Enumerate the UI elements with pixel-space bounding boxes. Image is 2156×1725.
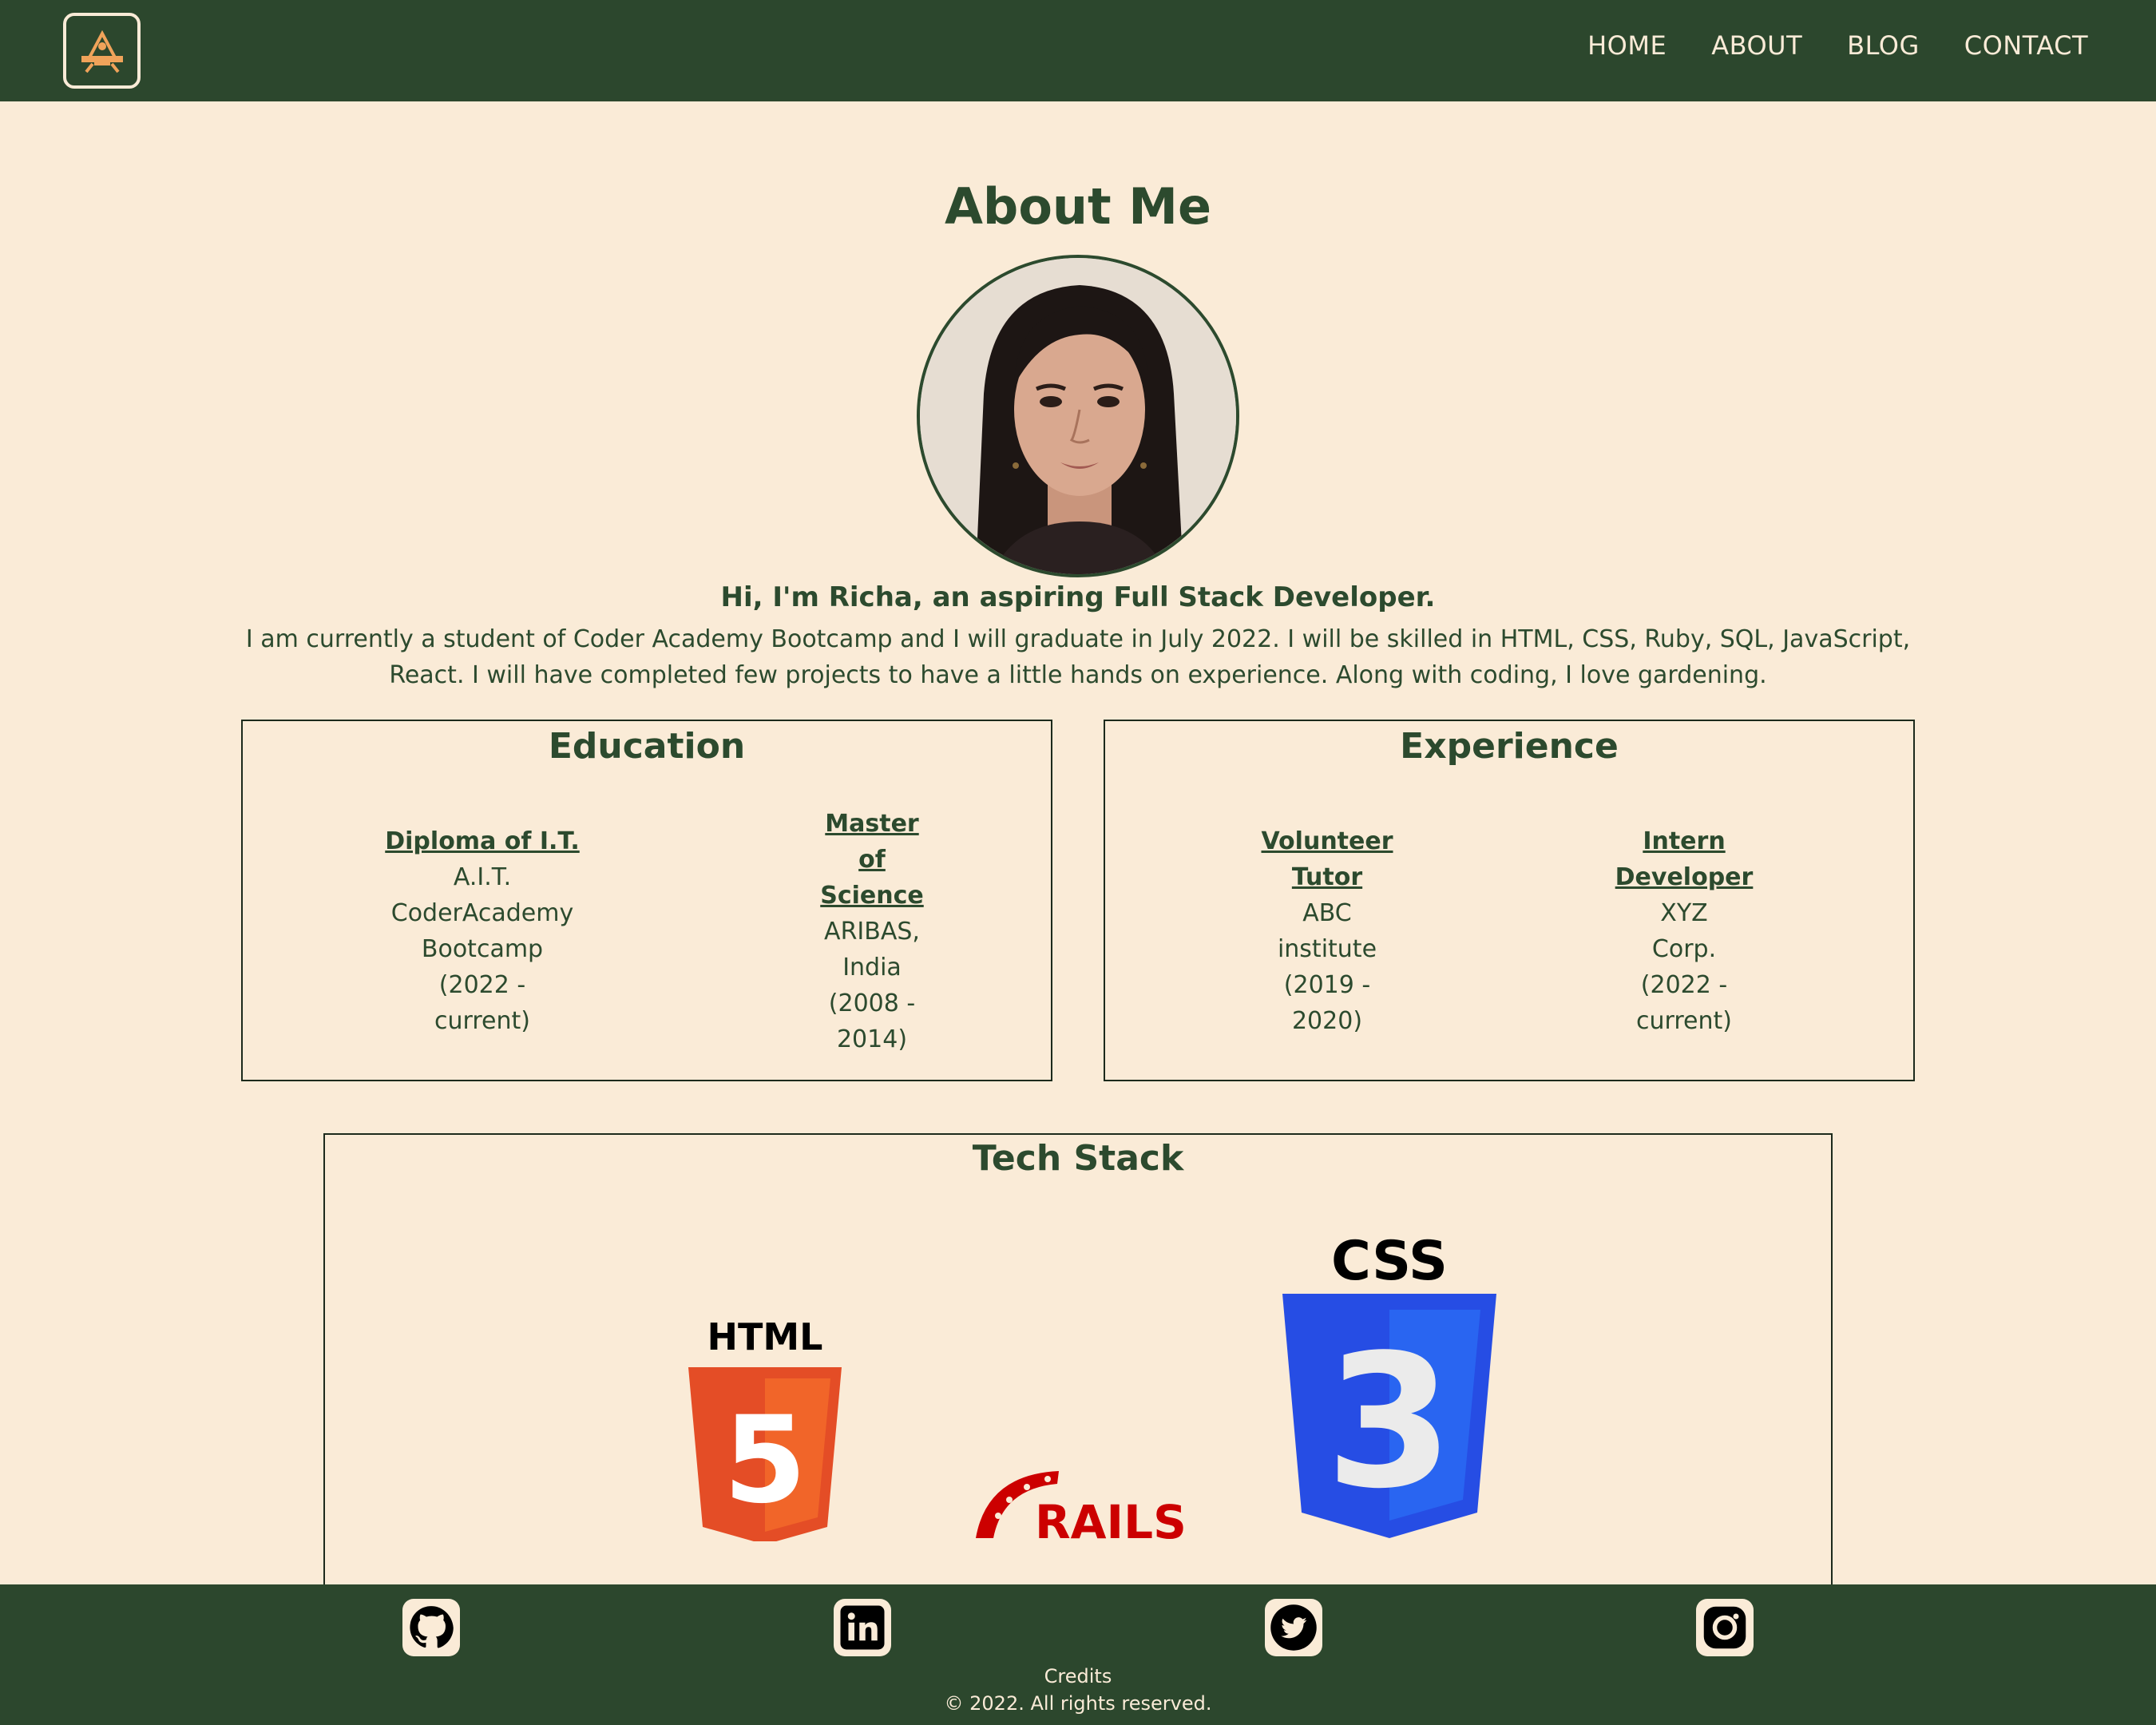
page-title: About Me <box>944 177 1212 236</box>
css3-logo: CSS 3 <box>1282 1230 1496 1538</box>
experience-item-title: Volunteer <box>1261 827 1393 855</box>
avatar <box>917 255 1239 577</box>
education-item-title: Diploma of I.T. <box>385 827 580 855</box>
education-item-line: (2008 - <box>828 989 916 1017</box>
experience-item-line: Corp. <box>1651 935 1717 963</box>
intro-text: I am currently a student of Coder Academ… <box>245 625 1911 689</box>
education-item-line: ARIBAS, <box>824 918 920 946</box>
css3-label: CSS <box>1331 1230 1448 1293</box>
education-item-line: India <box>842 954 902 981</box>
instagram-link[interactable] <box>1696 1599 1754 1656</box>
tech-stack-title: Tech Stack <box>972 1138 1184 1179</box>
education-title: Education <box>548 726 746 767</box>
nav-contact-link[interactable]: CONTACT <box>1964 30 2088 61</box>
github-icon <box>410 1606 454 1648</box>
education-item-line: Bootcamp <box>421 935 544 963</box>
css3-number: 3 <box>1326 1316 1453 1529</box>
experience-item-line: (2022 - <box>1640 971 1728 999</box>
site-logo[interactable] <box>63 13 141 89</box>
linkedin-icon <box>840 1605 885 1650</box>
nav-about-link[interactable]: ABOUT <box>1711 30 1802 61</box>
education-item-line: (2022 - <box>438 971 526 999</box>
twitter-icon <box>1270 1604 1317 1651</box>
education-item-line: A.I.T. <box>453 863 512 891</box>
education-item-line: current) <box>434 1007 530 1035</box>
experience-item-line: 2020) <box>1291 1007 1363 1035</box>
experience-item-volunteer: Volunteer Tutor ABC institute (2019 - 20… <box>1255 823 1399 1039</box>
experience-item-title: Developer <box>1615 863 1754 891</box>
education-item-title: Science <box>820 882 924 910</box>
html5-label: HTML <box>707 1318 823 1358</box>
experience-item-line: ABC <box>1302 899 1352 927</box>
instagram-icon <box>1703 1606 1746 1649</box>
intro-heading: Hi, I'm Richa, an aspiring Full Stack De… <box>720 581 1436 613</box>
twitter-link[interactable] <box>1265 1599 1322 1656</box>
nav-blog-link[interactable]: BLOG <box>1847 30 1920 61</box>
rails-label: RAILS <box>1035 1495 1187 1541</box>
education-item-diploma: Diploma of I.T. A.I.T. CoderAcademy Boot… <box>378 823 586 1039</box>
html5-number: 5 <box>723 1391 807 1530</box>
nav-links: HOME ABOUT BLOG CONTACT <box>1587 30 2088 61</box>
experience-item-title: Intern <box>1643 827 1726 855</box>
experience-title: Experience <box>1400 726 1619 767</box>
github-link[interactable] <box>402 1599 460 1656</box>
navbar: HOME ABOUT BLOG CONTACT <box>0 0 2156 101</box>
education-item-title: of <box>858 846 886 874</box>
logo-icon <box>81 30 123 73</box>
html5-logo: HTML 5 <box>688 1318 842 1541</box>
education-item-line: CoderAcademy <box>390 899 574 927</box>
credits-link[interactable]: Credits <box>0 1665 2156 1687</box>
education-item-master: Master of Science ARIBAS, India (2008 - … <box>800 806 944 1057</box>
experience-item-line: XYZ <box>1660 899 1708 927</box>
experience-item-line: current) <box>1636 1007 1732 1035</box>
linkedin-link[interactable] <box>834 1599 891 1656</box>
experience-item-title: Tutor <box>1291 863 1363 891</box>
education-box: Education Diploma of I.T. A.I.T. CoderAc… <box>241 720 1052 1081</box>
rails-logo: RAILS <box>976 1471 1187 1541</box>
copyright-text: © 2022. All rights reserved. <box>944 1692 1212 1715</box>
nav-home-link[interactable]: HOME <box>1587 30 1667 61</box>
experience-box: Experience Volunteer Tutor ABC institute… <box>1104 720 1915 1081</box>
experience-item-intern: Intern Developer XYZ Corp. (2022 - curre… <box>1604 823 1764 1039</box>
experience-item-line: institute <box>1277 935 1377 963</box>
experience-item-line: (2019 - <box>1283 971 1371 999</box>
footer: Credits © 2022. All rights reserved. <box>0 1584 2156 1725</box>
education-item-line: 2014) <box>836 1025 908 1053</box>
education-item-title: Master <box>825 810 919 838</box>
profile-photo <box>920 258 1236 574</box>
